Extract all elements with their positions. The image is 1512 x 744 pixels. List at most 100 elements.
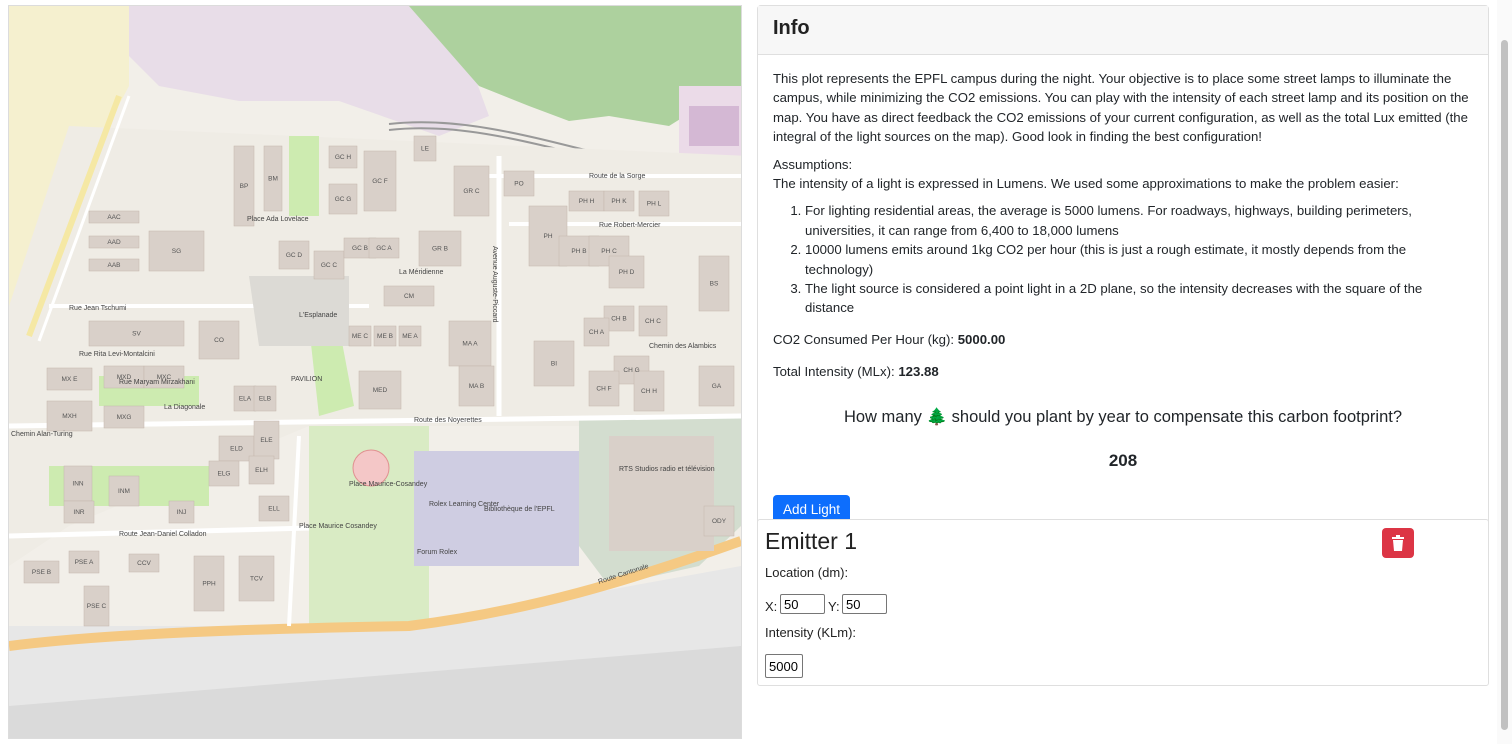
building-label: CO: [214, 337, 224, 344]
rts-building: [609, 436, 714, 551]
scrollbar-thumb[interactable]: [1501, 40, 1508, 730]
building-label: PH: [543, 233, 552, 240]
co2-value: 5000.00: [957, 331, 1006, 347]
info-title: Info: [773, 17, 810, 39]
street-label: Route Jean-Daniel Colladon: [119, 531, 207, 538]
building-label: PH B: [571, 248, 586, 255]
building-label: CH C: [645, 318, 661, 325]
question-pre: How many: [843, 407, 922, 426]
building-label: MA A: [462, 341, 478, 348]
building-label: PH D: [619, 269, 635, 276]
industrial-building: [689, 106, 739, 146]
building-label: PH K: [611, 198, 627, 205]
building-label: MED: [373, 387, 388, 394]
building-label: MX E: [62, 376, 79, 383]
street-label: Chemin Alan-Turing: [11, 431, 73, 438]
assumption-item: 10000 lumens emits around 1kg CO2 per ho…: [805, 240, 1473, 279]
y-label: Y:: [828, 599, 840, 614]
y-input[interactable]: [842, 594, 887, 614]
intensity-field-label: Intensity (KLm):: [765, 625, 857, 640]
info-description: This plot represents the EPFL campus dur…: [773, 71, 1469, 145]
building-label: BI: [551, 361, 557, 368]
street-label: Forum Rolex: [417, 549, 458, 556]
building-label: ME B: [377, 333, 393, 340]
trash-icon: [1392, 535, 1404, 551]
building-label: ELB: [259, 396, 271, 403]
street-label: L'Esplanade: [299, 312, 337, 319]
building-label: INN: [72, 481, 84, 488]
building-label: GC F: [372, 178, 388, 185]
esplanade-plaza: [249, 276, 349, 346]
intensity-input[interactable]: [765, 654, 803, 678]
tree-question: How many 🌲 should you plant by year to c…: [773, 408, 1473, 427]
building-label: MA B: [469, 383, 485, 390]
building-label: AAB: [107, 262, 120, 269]
delete-emitter-button[interactable]: [1382, 528, 1414, 558]
street-label: Place Maurice-Cosandey: [349, 481, 428, 488]
intensity-metric: Total Intensity (MLx): 123.88: [773, 362, 1473, 381]
building-label: CH A: [589, 329, 605, 336]
map-canvas[interactable]: CO SG AAC AAD AAB GC H GC G GC F GC D GC C GC B GC …: [9, 6, 741, 738]
building-label: ODY: [712, 518, 727, 525]
building-label: LE: [421, 146, 430, 153]
building-label: INR: [73, 509, 85, 516]
building-label: ME A: [402, 333, 418, 340]
assumption-item: For lighting residential areas, the aver…: [805, 201, 1473, 240]
building-label: MXG: [117, 414, 132, 421]
building-label: GC A: [376, 245, 392, 252]
intensity-label: Total Intensity (MLx):: [773, 364, 895, 380]
street-label: PAVILION: [291, 376, 322, 383]
building-label: MXH: [62, 413, 77, 420]
building-label: TCV: [250, 576, 264, 583]
street-label: Route des Noyerettes: [414, 417, 482, 424]
building-label: PH L: [647, 201, 662, 208]
emitter-title: Emitter 1: [765, 528, 858, 554]
building-label: BS: [710, 281, 719, 288]
building-label: GC D: [286, 252, 303, 259]
street-label: Rue Rita Levi-Montalcini: [79, 351, 155, 358]
info-card-header: Info: [758, 6, 1488, 55]
building-label: BP: [240, 183, 249, 190]
building-label: AAD: [107, 239, 121, 246]
building-label: CH G: [623, 367, 639, 374]
street-label: Bibliothèque de l'EPFL: [484, 506, 555, 513]
street-label: La Méridienne: [399, 269, 443, 276]
x-label: X:: [765, 599, 778, 614]
street-label: Rue Robert-Mercier: [599, 222, 661, 229]
building-label: ELA: [239, 396, 252, 403]
building-label: GR B: [432, 246, 448, 253]
assumption-item: The light source is considered a point l…: [805, 279, 1473, 318]
info-card-body: This plot represents the EPFL campus dur…: [758, 55, 1488, 537]
building-label: ELD: [230, 446, 243, 453]
tree-icon: 🌲: [926, 407, 948, 426]
building-label: GA: [712, 383, 722, 390]
street-label: Place Maurice Cosandey: [299, 523, 377, 530]
question-post: should you plant by year to compensate t…: [951, 407, 1403, 426]
building-label: SG: [172, 248, 181, 255]
building-label: GC G: [335, 196, 352, 203]
building-label: GC B: [352, 245, 368, 252]
intensity-value: 123.88: [898, 364, 939, 380]
building-label: ELH: [255, 467, 268, 474]
street-label: Rue Jean Tschumi: [69, 305, 127, 312]
street-label: Chemin des Alambics: [649, 343, 717, 350]
green-space: [289, 136, 319, 216]
building-label: PH C: [601, 248, 617, 255]
building-label: GC C: [321, 262, 338, 269]
building-label: AAC: [107, 214, 121, 221]
building-label: BM: [268, 176, 278, 183]
x-input[interactable]: [780, 594, 825, 614]
location-label: Location (dm):: [765, 565, 849, 580]
street-label: Avenue Auguste-Piccard: [491, 246, 498, 323]
assumptions-intro: The intensity of a light is expressed in…: [773, 176, 1399, 192]
campus-map[interactable]: CO SG AAC AAD AAB GC H GC G GC F GC D GC C GC B GC …: [8, 5, 742, 739]
emitter-card: Emitter 1 Location (dm): X: Y: Intensity…: [757, 519, 1489, 686]
street-label: Place Ada Lovelace: [247, 216, 309, 223]
street-label: Rue Maryam Mirzakhani: [119, 379, 195, 386]
building-label: ME C: [352, 333, 369, 340]
building-label: CH H: [641, 388, 657, 395]
building-label: ELG: [217, 471, 230, 478]
building-label: PSE A: [75, 559, 94, 566]
co2-label: CO2 Consumed Per Hour (kg):: [773, 331, 955, 347]
building-label: CM: [404, 293, 414, 300]
